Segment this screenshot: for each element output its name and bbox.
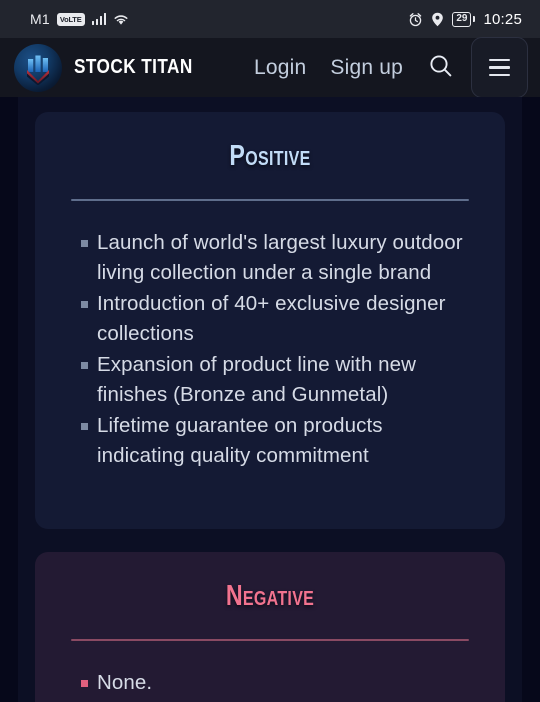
location-pin-icon <box>431 12 444 27</box>
brand-home-link[interactable]: STOCK TITAN <box>14 43 212 92</box>
clock-label: 10:25 <box>483 10 522 28</box>
page-body: Positive Launch of world's largest luxur… <box>0 97 540 702</box>
list-item: Expansion of product line with new finis… <box>71 350 469 409</box>
search-button[interactable] <box>419 46 463 90</box>
positive-card-divider <box>71 199 469 201</box>
wifi-icon <box>113 13 129 26</box>
list-item: Launch of world's largest luxury outdoor… <box>71 228 469 287</box>
battery-level-label: 29 <box>452 11 472 27</box>
brand-name-label: STOCK TITAN <box>74 56 193 78</box>
stock-titan-logo-icon <box>14 43 62 92</box>
alarm-clock-icon <box>408 12 423 27</box>
positive-card: Positive Launch of world's largest luxur… <box>35 112 505 529</box>
list-item: Introduction of 40+ exclusive designer c… <box>71 289 469 348</box>
positive-bullet-list: Launch of world's largest luxury outdoor… <box>71 228 469 470</box>
list-item: None. <box>71 668 469 698</box>
hamburger-menu-icon <box>489 58 510 62</box>
hamburger-menu-icon-line <box>489 66 510 69</box>
list-item: Lifetime guarantee on products indicatin… <box>71 411 469 470</box>
status-bar-left: M1 VoLTE <box>14 11 129 27</box>
volte-badge: VoLTE <box>56 12 85 26</box>
positive-card-title: Positive <box>229 140 311 172</box>
header-nav: Login Sign up <box>242 37 528 98</box>
negative-card: Negative None. <box>35 552 505 702</box>
hamburger-menu-icon-line <box>489 73 510 77</box>
battery-tip <box>472 16 476 22</box>
sentiment-cards: Positive Launch of world's largest luxur… <box>0 97 540 702</box>
carrier-label: M1 <box>30 11 50 27</box>
system-status-bar: M1 VoLTE 29 10:25 <box>0 0 540 38</box>
negative-card-title: Negative <box>225 580 315 612</box>
status-bar-right: 29 10:25 <box>408 11 526 28</box>
negative-card-divider <box>71 639 469 641</box>
negative-bullet-list: None. <box>71 668 469 698</box>
hamburger-menu-button[interactable] <box>471 37 528 98</box>
site-header: STOCK TITAN Login Sign up <box>0 37 540 98</box>
search-icon <box>428 53 454 82</box>
signup-link[interactable]: Sign up <box>318 56 415 80</box>
login-link[interactable]: Login <box>242 56 318 80</box>
battery-indicator: 29 <box>452 11 476 27</box>
signal-bars-icon <box>91 13 106 25</box>
